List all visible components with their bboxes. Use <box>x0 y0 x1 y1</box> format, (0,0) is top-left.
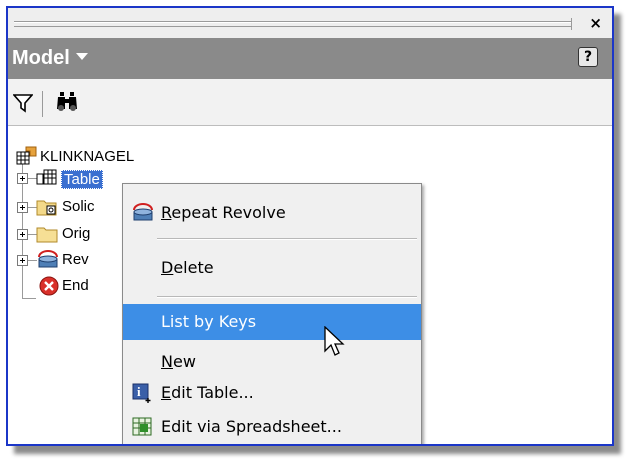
model-browser-panel: × Model ? KLINKNAGEL Table Solic Orig Re… <box>6 6 614 446</box>
tree-item-label: Orig <box>62 225 91 242</box>
expand-icon[interactable] <box>17 202 28 213</box>
menu-separator <box>157 296 417 298</box>
expand-icon[interactable] <box>17 173 28 184</box>
tree-item-label: Solic <box>62 198 95 215</box>
spreadsheet-icon <box>131 416 155 442</box>
help-button[interactable]: ? <box>578 47 598 67</box>
solid-bodies-icon <box>36 200 57 216</box>
menu-item-delete[interactable]: Delete <box>123 250 421 286</box>
table-icon <box>36 169 57 185</box>
tree-root-label: KLINKNAGEL <box>40 148 135 165</box>
chevron-down-icon <box>75 53 88 61</box>
close-button[interactable]: × <box>589 15 602 31</box>
tree-item-label: Rev <box>62 251 89 268</box>
end-of-part-icon <box>39 276 59 296</box>
menu-item-repeat-revolve[interactable]: Repeat Revolve <box>123 195 421 231</box>
part-icon <box>16 146 37 165</box>
menu-item-list-by-keys[interactable]: List by Keys <box>123 304 421 340</box>
expand-icon[interactable] <box>17 229 28 240</box>
filter-icon[interactable] <box>12 93 34 117</box>
panel-grip-bar[interactable]: × <box>8 8 612 38</box>
revolve-icon <box>131 202 155 228</box>
context-menu: Repeat Revolve Delete List by Keys New i… <box>122 183 422 444</box>
model-dropdown[interactable]: Model <box>12 47 88 70</box>
model-title: Model <box>12 47 70 69</box>
revolve-icon <box>38 250 58 268</box>
toolbar-separator <box>42 91 43 117</box>
tree-item-label: End <box>62 277 89 294</box>
browser-toolbar <box>8 79 612 126</box>
svg-text:i: i <box>137 384 141 399</box>
menu-separator <box>157 238 417 240</box>
mouse-cursor-icon <box>324 325 346 364</box>
binoculars-icon[interactable] <box>55 91 79 117</box>
folder-icon <box>36 227 58 243</box>
panel-header: Model ? <box>8 38 612 79</box>
menu-item-edit-table[interactable]: i Edit Table... <box>123 375 421 411</box>
info-icon: i <box>131 382 155 408</box>
menu-item-edit-via-spreadsheet[interactable]: Edit via Spreadsheet... <box>123 409 421 444</box>
expand-icon[interactable] <box>17 255 28 266</box>
tree-item-label: Table <box>61 170 103 189</box>
